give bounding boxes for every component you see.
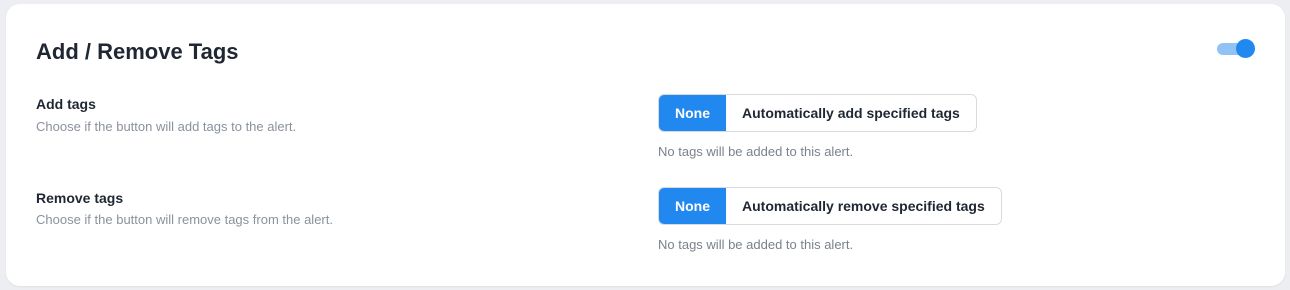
- remove-tags-option-automatic[interactable]: Automatically remove specified tags: [726, 188, 1001, 224]
- remove-tags-segmented-control: None Automatically remove specified tags: [658, 187, 1002, 225]
- add-tags-hint: No tags will be added to this alert.: [658, 144, 854, 159]
- add-tags-option-none[interactable]: None: [659, 95, 726, 131]
- add-tags-label: Add tags: [36, 96, 96, 112]
- remove-tags-description: Choose if the button will remove tags fr…: [36, 212, 333, 227]
- remove-tags-label: Remove tags: [36, 190, 124, 206]
- remove-tags-hint: No tags will be added to this alert.: [658, 237, 854, 252]
- section-enable-toggle[interactable]: [1217, 38, 1255, 58]
- remove-tags-option-none[interactable]: None: [659, 188, 726, 224]
- add-tags-segmented-control: None Automatically add specified tags: [658, 94, 977, 132]
- tags-settings-card: Add / Remove Tags Add tags Choose if the…: [6, 4, 1285, 286]
- add-tags-description: Choose if the button will add tags to th…: [36, 119, 297, 134]
- toggle-knob: [1236, 39, 1255, 58]
- section-title: Add / Remove Tags: [36, 39, 239, 64]
- add-tags-option-automatic[interactable]: Automatically add specified tags: [726, 95, 976, 131]
